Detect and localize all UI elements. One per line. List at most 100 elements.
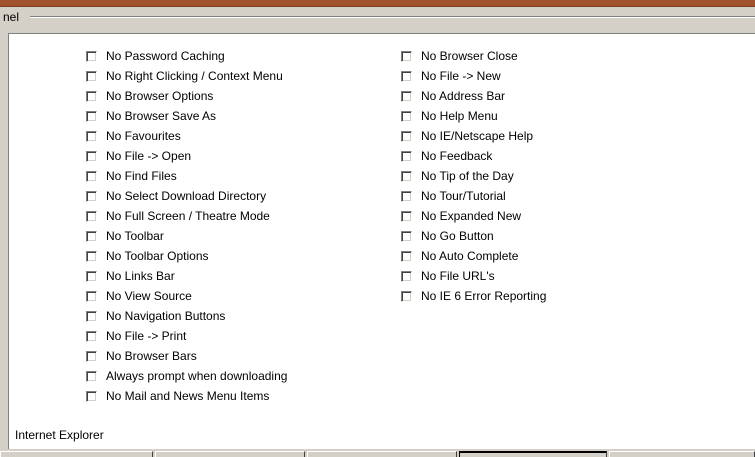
option-checkbox-row[interactable]: No IE/Netscape Help [401,126,546,146]
checkbox-label: No Full Screen / Theatre Mode [106,209,270,223]
checkbox-label: No Mail and News Menu Items [106,389,270,403]
option-checkbox-row[interactable]: No Password Caching [86,46,287,66]
option-checkbox-row[interactable]: No Browser Close [401,46,546,66]
checkbox-label: No View Source [106,289,192,303]
checkbox-label: No IE/Netscape Help [421,129,534,143]
checkbox[interactable] [86,370,97,382]
checkbox[interactable] [401,150,412,162]
checkbox[interactable] [86,130,97,142]
option-checkbox-row[interactable]: No Toolbar [86,226,287,246]
checkbox[interactable] [401,210,412,222]
checkbox[interactable] [401,170,412,182]
checkbox-label: No Go Button [421,229,494,243]
options-column-left: No Password Caching No Right Clicking / C… [86,46,287,406]
checkbox[interactable] [401,270,412,282]
option-checkbox-row[interactable]: No File URL's [401,266,546,286]
checkbox[interactable] [86,290,97,302]
option-checkbox-row[interactable]: No Browser Save As [86,106,287,126]
bottom-tab-strip [0,449,755,457]
option-checkbox-row[interactable]: No Address Bar [401,86,546,106]
option-checkbox-row[interactable]: No File -> New [401,66,546,86]
option-checkbox-row[interactable]: No Tour/Tutorial [401,186,546,206]
checkbox-label: No IE 6 Error Reporting [421,289,547,303]
checkbox-label: No Select Download Directory [106,189,267,203]
checkbox[interactable] [86,270,97,282]
option-checkbox-row[interactable]: No Auto Complete [401,246,546,266]
option-checkbox-row[interactable]: No File -> Open [86,146,287,166]
checkbox[interactable] [401,70,412,82]
checkbox-label: No Links Bar [106,269,175,283]
checkbox-label: No Help Menu [421,109,498,123]
option-checkbox-row[interactable]: No Toolbar Options [86,246,287,266]
checkbox-label: No Tip of the Day [421,169,514,183]
checkbox-label: No Browser Bars [106,349,197,363]
checkbox[interactable] [86,50,97,62]
checkbox-label: No Feedback [421,149,493,163]
checkbox[interactable] [401,190,412,202]
options-column-right: No Browser Close No File -> New No Address… [401,46,546,306]
checkbox[interactable] [401,290,412,302]
checkbox-label: No Toolbar Options [106,249,209,263]
checkbox[interactable] [401,110,412,122]
options-panel: No Password Caching No Right Clicking / C… [8,33,755,449]
option-checkbox-row[interactable]: No Go Button [401,226,546,246]
checkbox[interactable] [86,310,97,322]
option-checkbox-row[interactable]: No Expanded New [401,206,546,226]
checkbox-label: No Browser Close [421,49,518,63]
checkbox[interactable] [401,50,412,62]
checkbox[interactable] [401,130,412,142]
window-top-strip [0,0,755,7]
checkbox[interactable] [86,90,97,102]
option-checkbox-row[interactable]: No Mail and News Menu Items [86,386,287,406]
bottom-tab-active[interactable] [459,451,607,457]
checkbox[interactable] [401,250,412,262]
checkbox-label: No Favourites [106,129,181,143]
option-checkbox-row[interactable]: No Find Files [86,166,287,186]
checkbox-label: No Auto Complete [421,249,519,263]
panel-divider [30,16,755,18]
option-checkbox-row[interactable]: No Help Menu [401,106,546,126]
option-checkbox-row[interactable]: No Browser Bars [86,346,287,366]
option-checkbox-row[interactable]: No Select Download Directory [86,186,287,206]
option-checkbox-row[interactable]: No Tip of the Day [401,166,546,186]
checkbox-label: No Tour/Tutorial [421,189,506,203]
checkbox-label: No File -> Print [106,329,187,343]
checkbox[interactable] [86,350,97,362]
checkbox-label: No Navigation Buttons [106,309,226,323]
bottom-tab[interactable] [155,451,305,457]
checkbox-label: No File -> New [421,69,501,83]
bottom-tab[interactable] [307,451,457,457]
option-checkbox-row[interactable]: No Favourites [86,126,287,146]
checkbox[interactable] [86,230,97,242]
option-checkbox-row[interactable]: Always prompt when downloading [86,366,287,386]
option-checkbox-row[interactable]: No Feedback [401,146,546,166]
option-checkbox-row[interactable]: No Browser Options [86,86,287,106]
option-checkbox-row[interactable]: No Links Bar [86,266,287,286]
checkbox[interactable] [86,110,97,122]
checkbox[interactable] [86,390,97,402]
checkbox[interactable] [86,250,97,262]
checkbox[interactable] [86,330,97,342]
option-checkbox-row[interactable]: No Full Screen / Theatre Mode [86,206,287,226]
checkbox[interactable] [401,230,412,242]
option-checkbox-row[interactable]: No IE 6 Error Reporting [401,286,546,306]
bottom-tab[interactable] [609,451,755,457]
option-checkbox-row[interactable]: No View Source [86,286,287,306]
checkbox-label: Always prompt when downloading [106,369,288,383]
checkbox[interactable] [86,150,97,162]
option-checkbox-row[interactable]: No File -> Print [86,326,287,346]
checkbox-label: No File -> Open [106,149,192,163]
checkbox[interactable] [86,70,97,82]
checkbox-label: No Toolbar [106,229,164,243]
bottom-tab[interactable] [0,451,153,457]
checkbox[interactable] [401,90,412,102]
checkbox-label: No Expanded New [421,209,522,223]
checkbox-label: No Address Bar [421,89,506,103]
checkbox[interactable] [86,190,97,202]
checkbox[interactable] [86,210,97,222]
section-label-internet-explorer: Internet Explorer [15,428,104,442]
option-checkbox-row[interactable]: No Navigation Buttons [86,306,287,326]
checkbox-label: No Find Files [106,169,177,183]
option-checkbox-row[interactable]: No Right Clicking / Context Menu [86,66,287,86]
checkbox[interactable] [86,170,97,182]
